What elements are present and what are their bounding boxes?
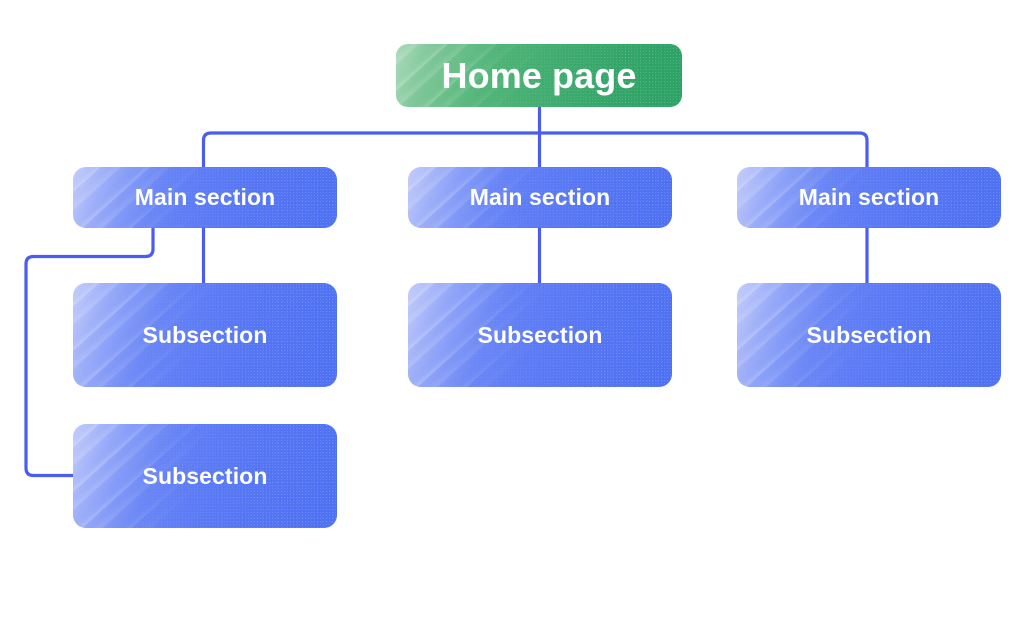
node-subsection-1a[interactable]: Subsection <box>73 283 337 387</box>
node-home-page[interactable]: Home page <box>396 44 682 107</box>
sitemap-diagram: Home page Main section Main section Main… <box>0 0 1024 625</box>
node-label-main-section-2: Main section <box>469 184 611 210</box>
node-main-section-3[interactable]: Main section <box>737 167 1001 228</box>
node-subsection-3a[interactable]: Subsection <box>737 283 1001 387</box>
edge-bus-to-main-section-3 <box>539 131 869 167</box>
node-label-subsection-3a: Subsection <box>806 321 932 348</box>
node-subsection-1b[interactable]: Subsection <box>73 424 337 528</box>
node-label-main-section-1: Main section <box>134 184 276 210</box>
node-label-subsection-1a: Subsection <box>142 321 268 348</box>
node-label-main-section-3: Main section <box>798 184 940 210</box>
node-label-subsection-2a: Subsection <box>477 321 603 348</box>
node-label-home-page: Home page <box>441 54 637 96</box>
edge-bus-to-main-section-1 <box>201 131 540 167</box>
node-label-subsection-1b: Subsection <box>142 462 268 489</box>
node-main-section-1[interactable]: Main section <box>73 167 337 228</box>
node-subsection-2a[interactable]: Subsection <box>408 283 672 387</box>
node-main-section-2[interactable]: Main section <box>408 167 672 228</box>
